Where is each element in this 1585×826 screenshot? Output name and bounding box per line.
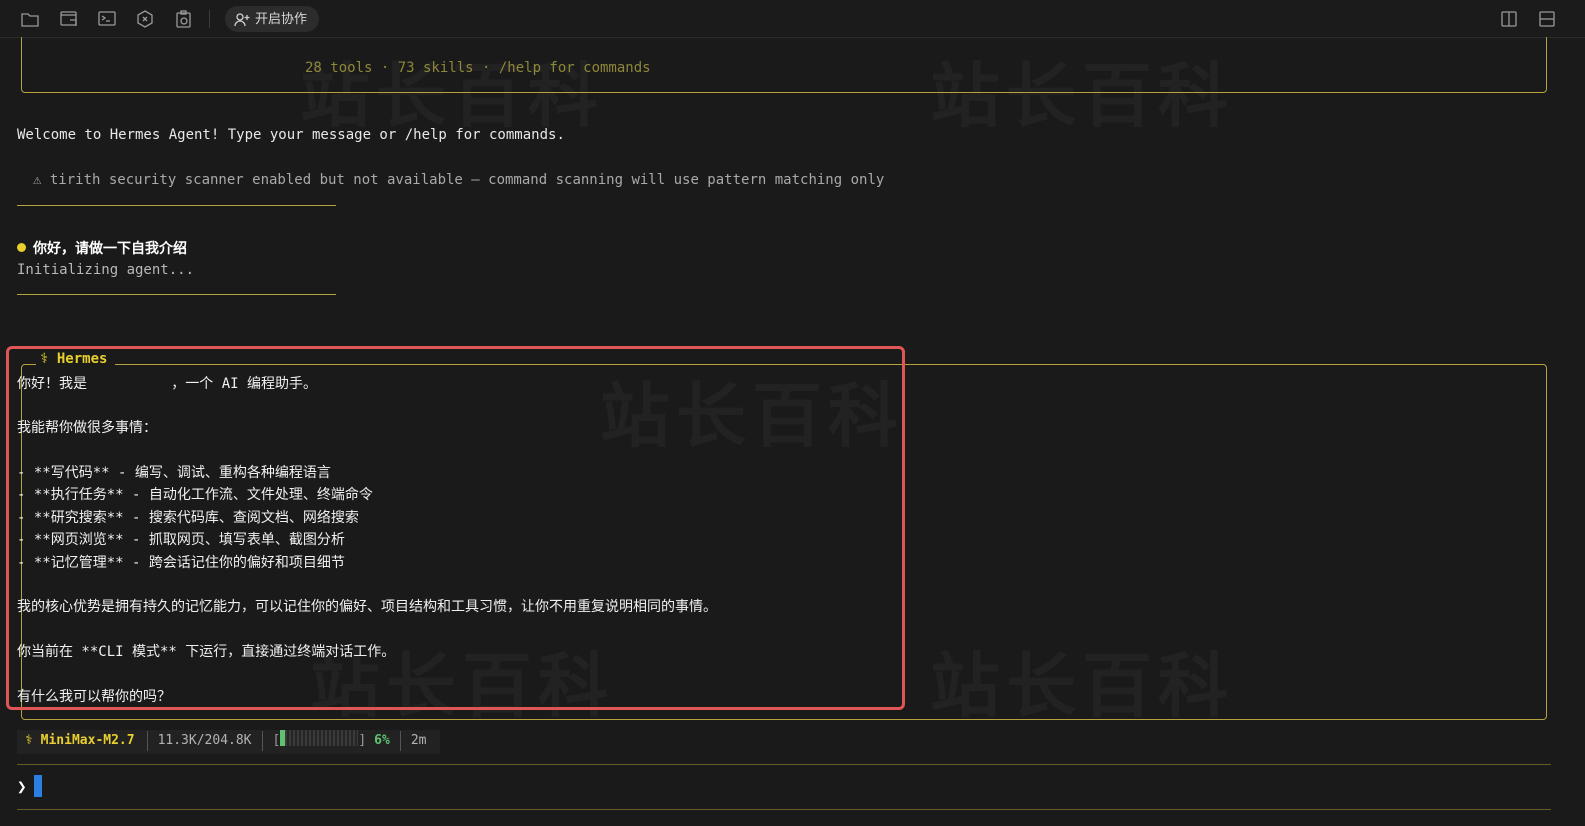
- window-icon[interactable]: [59, 9, 79, 29]
- split-vertical-icon[interactable]: [1499, 9, 1519, 29]
- status-separator: [261, 731, 263, 751]
- add-user-icon: [234, 11, 250, 27]
- input-top-border: [17, 764, 1551, 765]
- terminal-icon[interactable]: [97, 9, 117, 29]
- toolbar-divider: [209, 10, 210, 28]
- tools-summary: 28 tools · 73 skills · /help for command…: [305, 60, 651, 76]
- sftp-folder-icon[interactable]: [20, 9, 40, 29]
- hexagon-icon[interactable]: [135, 9, 155, 29]
- top-toolbar: 开启协作: [0, 0, 1585, 38]
- user-message: 你好，请做一下自我介绍: [17, 238, 187, 258]
- context-percent: 6%: [374, 733, 390, 748]
- command-input[interactable]: ❯: [17, 775, 42, 797]
- bullet-icon: [17, 243, 26, 252]
- context-bracket: [: [272, 733, 281, 748]
- model-name: ⚕ MiniMax-M2.7: [25, 733, 135, 748]
- context-remaining: [285, 730, 359, 746]
- collab-label: 开启协作: [255, 11, 308, 26]
- initializing-text: Initializing agent...: [17, 262, 195, 278]
- divider: [17, 294, 336, 295]
- status-separator: [146, 731, 148, 751]
- text-caret: [33, 775, 42, 797]
- context-bracket: ]: [358, 733, 367, 748]
- banner-box: [21, 37, 1547, 93]
- start-collaboration-button[interactable]: 开启协作: [225, 6, 320, 32]
- user-message-text: 你好，请做一下自我介绍: [33, 241, 187, 257]
- prompt-chevron-icon: ❯: [17, 777, 27, 796]
- input-bottom-border: [17, 809, 1551, 810]
- token-count: 11.3K/204.8K: [157, 733, 252, 748]
- split-horizontal-icon[interactable]: [1537, 9, 1557, 29]
- clipboard-icon[interactable]: [174, 9, 194, 29]
- divider: [17, 205, 336, 206]
- status-separator: [399, 731, 401, 751]
- status-bar: ⚕ MiniMax-M2.7 11.3K/204.8K[] 6% 2m: [17, 730, 441, 754]
- context-bar: []: [267, 730, 373, 752]
- security-warning: ⚠ tirith security scanner enabled but no…: [33, 172, 885, 188]
- highlight-annotation: [6, 346, 905, 710]
- welcome-message: Welcome to Hermes Agent! Type your messa…: [17, 127, 565, 143]
- elapsed-time: 2m: [410, 733, 427, 748]
